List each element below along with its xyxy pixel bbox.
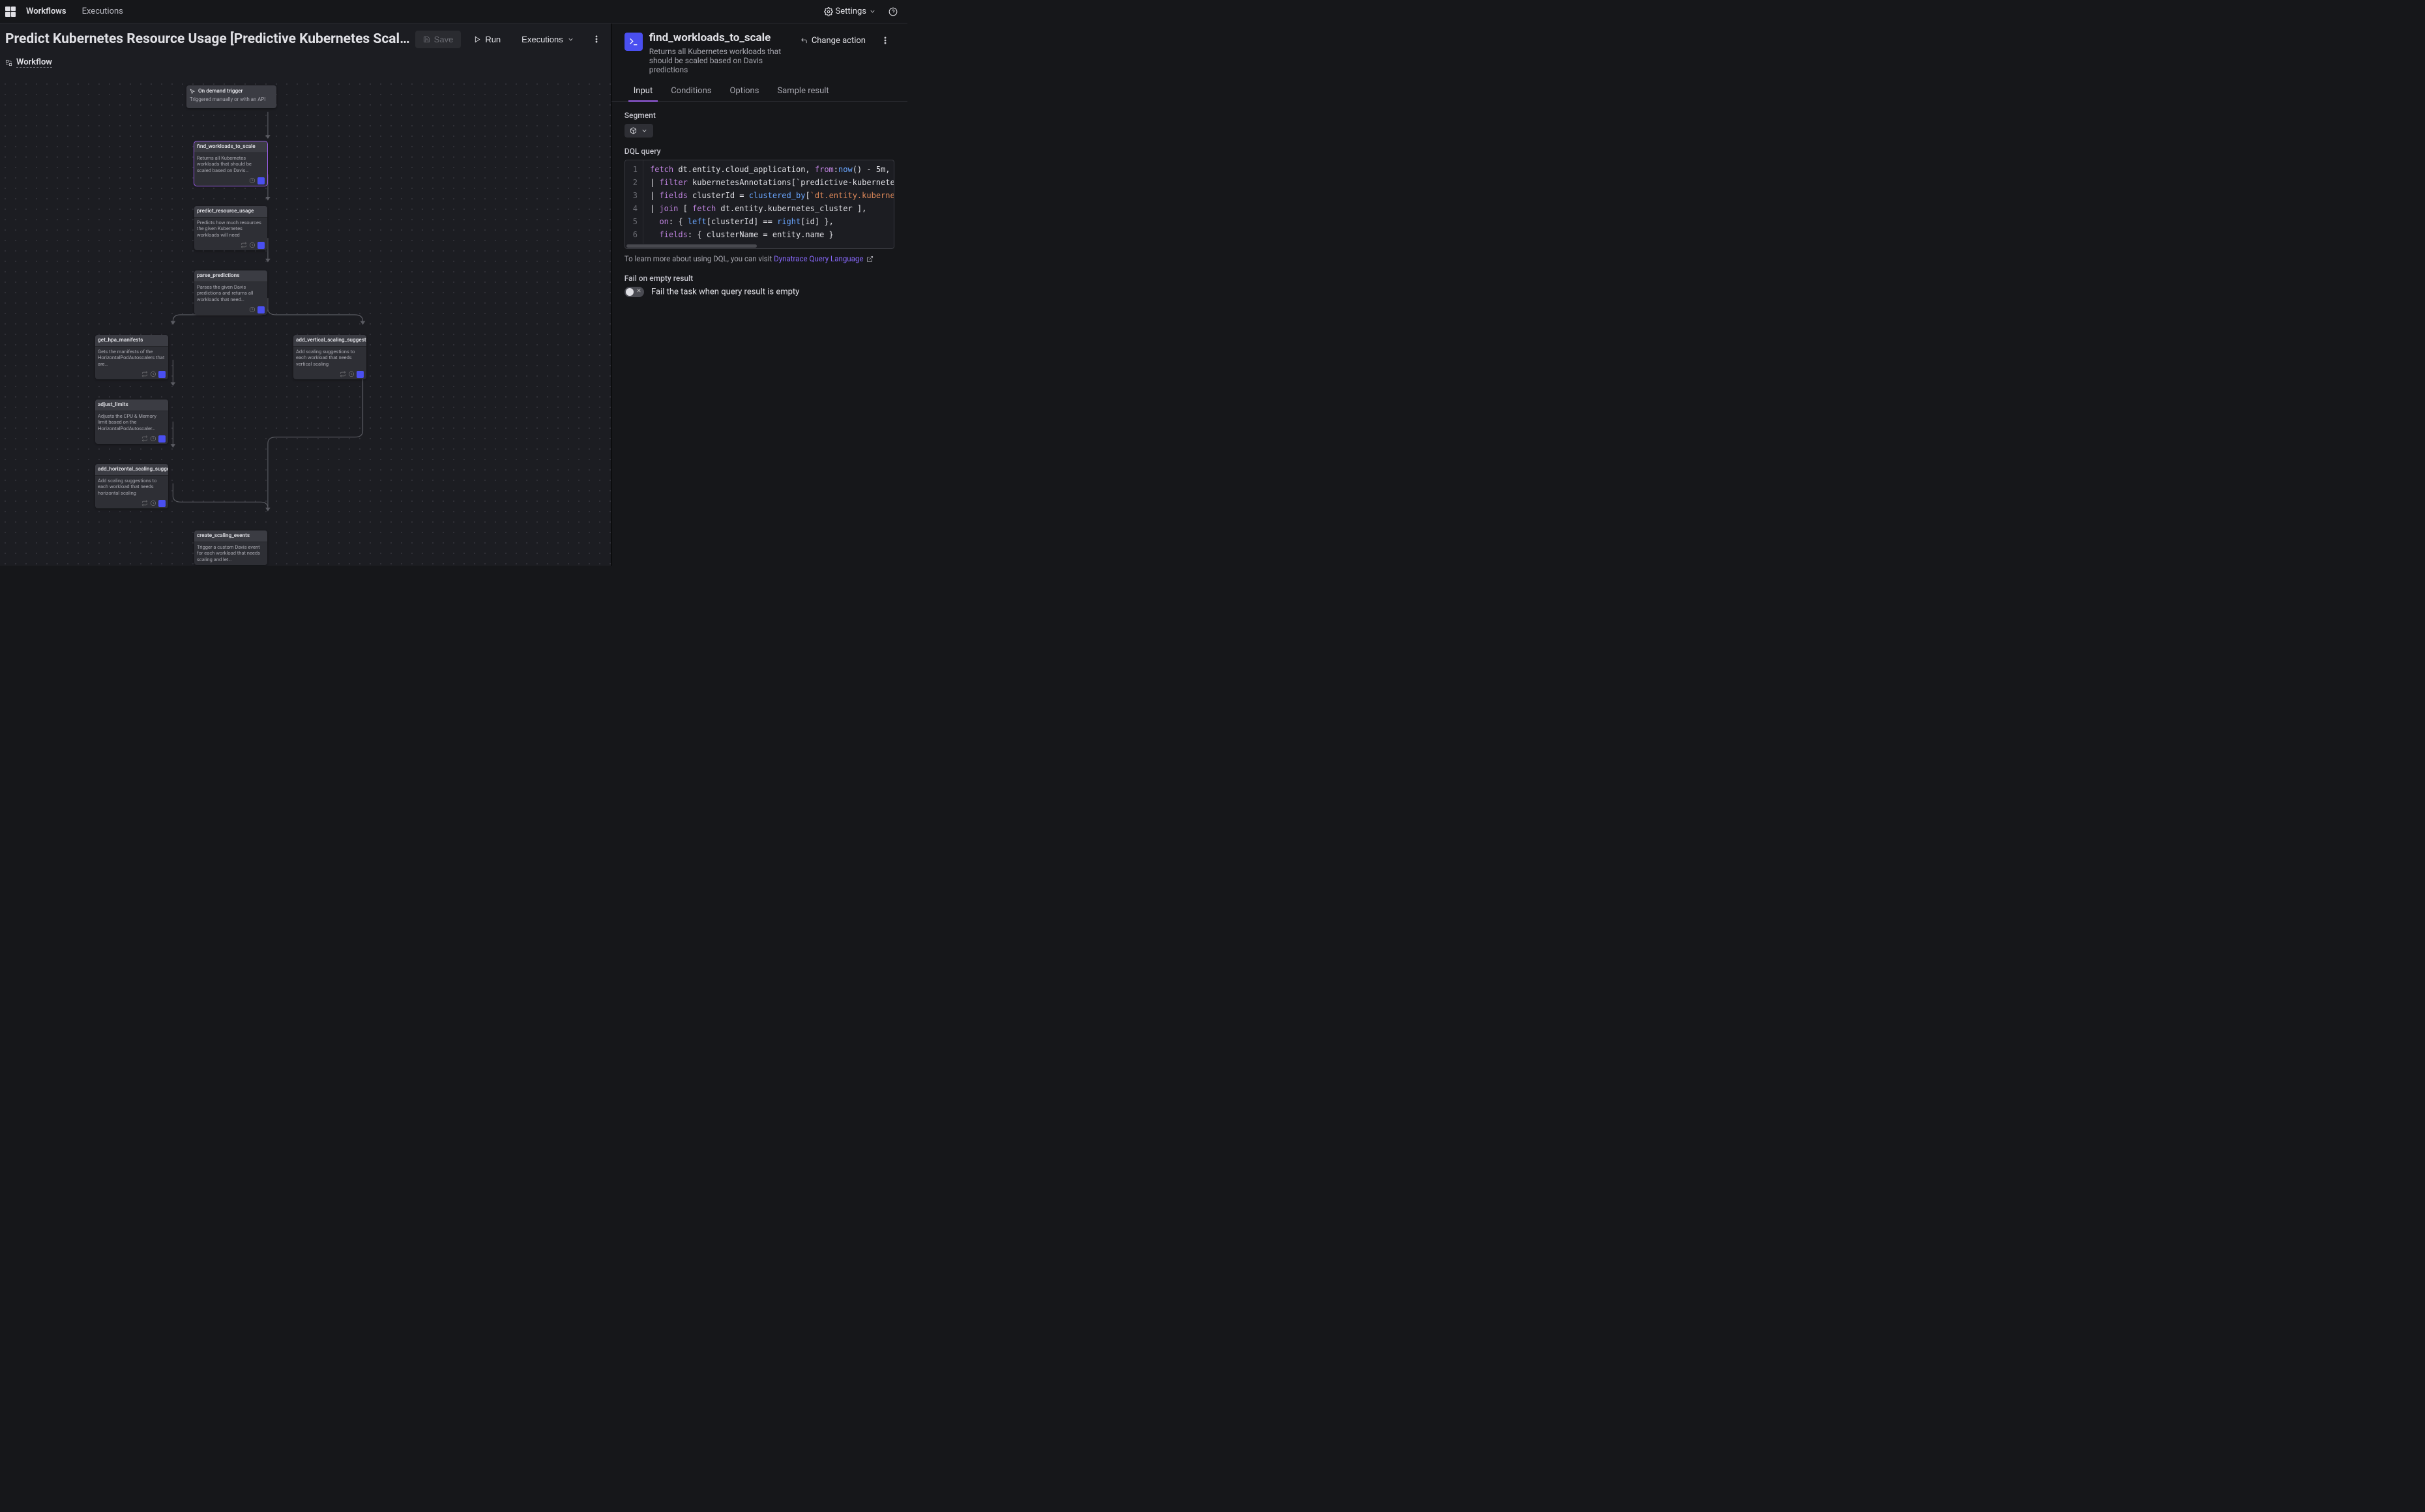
- detail-tabs: Input Conditions Options Sample result: [611, 81, 907, 102]
- retry-icon: [340, 371, 346, 377]
- action-description: Returns all Kubernetes workloads that sh…: [649, 47, 787, 74]
- app-badge-icon: [158, 435, 166, 443]
- dots-vertical-icon: [881, 36, 890, 45]
- dql-editor[interactable]: 123456 fetch dt.entity.cloud_application…: [625, 160, 894, 249]
- action-title[interactable]: find_workloads_to_scale: [649, 31, 787, 44]
- save-button[interactable]: Save: [415, 31, 462, 48]
- workflow-tab[interactable]: Workflow: [16, 57, 52, 68]
- clock-icon: [150, 500, 156, 506]
- node-vertical[interactable]: add_vertical_scaling_suggestions Add sca…: [293, 335, 366, 379]
- action-detail-pane: find_workloads_to_scale Returns all Kube…: [611, 23, 907, 566]
- settings-button[interactable]: Settings: [819, 4, 881, 19]
- play-icon: [474, 36, 481, 43]
- dql-label: DQL query: [625, 147, 894, 156]
- cube-icon: [630, 127, 637, 134]
- node-parse[interactable]: parse_predictions Parses the given Davis…: [194, 270, 267, 315]
- code-scrollbar[interactable]: [625, 244, 894, 248]
- clock-icon: [348, 371, 355, 377]
- clock-icon: [150, 435, 156, 442]
- chevron-down-icon: [567, 36, 574, 43]
- more-menu-button[interactable]: [587, 30, 606, 48]
- retry-icon: [141, 371, 148, 377]
- node-events[interactable]: create_scaling_events Trigger a custom D…: [194, 531, 267, 565]
- clock-icon: [249, 242, 256, 248]
- clock-icon: [249, 306, 256, 313]
- nav-executions[interactable]: Executions: [77, 4, 128, 19]
- workflow-icon: [5, 59, 12, 66]
- cursor-icon: [190, 89, 196, 94]
- save-icon: [423, 36, 430, 43]
- node-horizontal[interactable]: add_horizontal_scaling_suggestions Add s…: [95, 464, 168, 508]
- dql-doc-link[interactable]: Dynatrace Query Language: [774, 254, 863, 263]
- retry-icon: [141, 500, 148, 506]
- app-grid-icon[interactable]: [5, 7, 16, 17]
- workflow-title[interactable]: Predict Kubernetes Resource Usage [Predi…: [5, 31, 410, 47]
- segment-label: Segment: [625, 111, 894, 120]
- gear-icon: [824, 7, 833, 16]
- retry-icon: [141, 435, 148, 442]
- node-adjust[interactable]: adjust_limits Adjusts the CPU & Memory l…: [95, 400, 168, 444]
- node-trigger[interactable]: On demand trigger Triggered manually or …: [186, 85, 276, 108]
- chevron-down-icon: [641, 127, 648, 134]
- tab-options[interactable]: Options: [720, 81, 768, 101]
- dql-helper-text: To learn more about using DQL, you can v…: [625, 254, 894, 265]
- tab-input[interactable]: Input: [625, 81, 662, 101]
- workflow-canvas-pane: Predict Kubernetes Resource Usage [Predi…: [0, 23, 611, 566]
- node-predict[interactable]: predict_resource_usage Predicts how much…: [194, 206, 267, 250]
- node-hpa[interactable]: get_hpa_manifests Gets the manifests of …: [95, 335, 168, 379]
- segment-dropdown[interactable]: [625, 124, 653, 138]
- help-button[interactable]: [884, 3, 902, 21]
- dots-vertical-icon: [592, 35, 601, 44]
- app-badge-icon: [158, 371, 166, 378]
- nav-workflows[interactable]: Workflows: [21, 4, 72, 19]
- tab-sample-result[interactable]: Sample result: [768, 81, 838, 101]
- chevron-down-icon: [869, 8, 876, 15]
- top-navbar: Workflows Executions Settings: [0, 0, 907, 23]
- help-icon: [889, 7, 898, 16]
- clock-icon: [150, 371, 156, 377]
- node-find-workloads[interactable]: find_workloads_to_scale Returns all Kube…: [194, 141, 267, 186]
- retry-icon: [241, 242, 247, 248]
- workflow-canvas[interactable]: On demand trigger Triggered manually or …: [0, 79, 611, 566]
- app-badge-icon: [257, 306, 265, 313]
- external-link-icon: [866, 255, 874, 265]
- app-badge-icon: [257, 242, 265, 249]
- app-badge-icon: [357, 371, 364, 378]
- clock-icon: [249, 177, 256, 184]
- action-app-icon: [625, 33, 643, 51]
- app-badge-icon: [257, 177, 265, 184]
- code-content[interactable]: fetch dt.entity.cloud_application, from:…: [643, 160, 894, 244]
- fail-empty-toggle[interactable]: ✕: [625, 287, 644, 297]
- workflow-edges: [0, 79, 611, 566]
- app-badge-icon: [158, 500, 166, 507]
- fail-empty-label: Fail on empty result: [625, 274, 894, 283]
- change-action-button[interactable]: Change action: [794, 33, 872, 49]
- action-more-button[interactable]: [876, 31, 894, 50]
- run-button[interactable]: Run: [466, 31, 508, 48]
- back-arrow-icon: [801, 37, 808, 44]
- fail-empty-description: Fail the task when query result is empty: [651, 287, 799, 297]
- executions-dropdown[interactable]: Executions: [514, 31, 582, 48]
- code-gutter: 123456: [625, 160, 643, 244]
- settings-label: Settings: [836, 7, 866, 16]
- tab-conditions[interactable]: Conditions: [662, 81, 720, 101]
